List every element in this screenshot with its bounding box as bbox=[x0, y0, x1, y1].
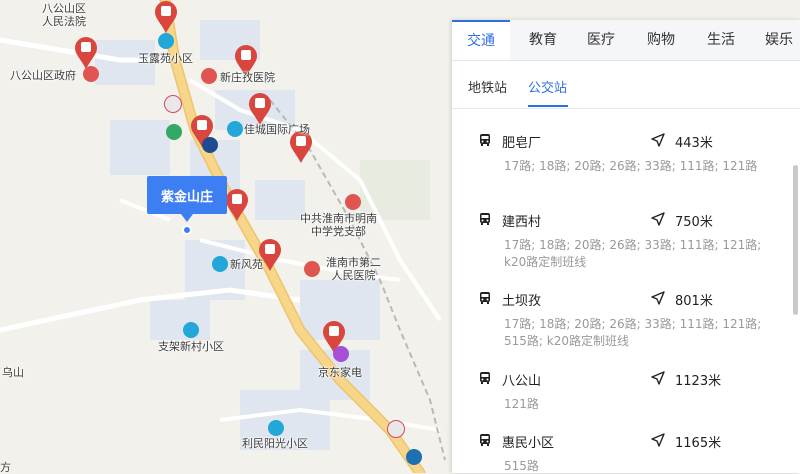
bus-station-icon bbox=[406, 449, 422, 465]
tab-transport[interactable]: 交通 bbox=[452, 20, 510, 60]
residential-icon bbox=[227, 121, 243, 137]
location-dot bbox=[182, 225, 192, 235]
selected-location-marker[interactable]: 紫金山庄 bbox=[147, 176, 227, 222]
residential-icon bbox=[212, 256, 228, 272]
stop-name: 肥皂厂 bbox=[502, 136, 542, 151]
map-label-limin: 利民阳光小区 bbox=[242, 437, 308, 450]
tab-entertainment[interactable]: 娱乐 bbox=[750, 20, 800, 60]
bus-stop-pin-icon[interactable] bbox=[225, 188, 249, 222]
landmark-icon bbox=[387, 420, 405, 438]
tab-life[interactable]: 生活 bbox=[692, 20, 750, 60]
navigate-arrow-icon bbox=[651, 133, 665, 147]
stop-routes: 121路 bbox=[504, 397, 539, 411]
bank-icon bbox=[166, 124, 182, 140]
map-label-edge: 方 bbox=[0, 461, 11, 474]
party-branch-icon bbox=[345, 194, 361, 210]
stop-distance: 1165米 bbox=[675, 436, 722, 451]
bus-icon bbox=[480, 213, 490, 225]
tab-medical[interactable]: 医疗 bbox=[572, 20, 630, 60]
stop-distance: 801米 bbox=[675, 294, 713, 309]
navigate-arrow-icon bbox=[651, 371, 665, 385]
stop-distance: 1123米 bbox=[675, 374, 722, 389]
tab-shopping[interactable]: 购物 bbox=[632, 20, 690, 60]
map-label-party-branch: 中共淮南市明南 中学党支部 bbox=[300, 212, 377, 238]
tab-education[interactable]: 教育 bbox=[514, 20, 572, 60]
map-label-xinfengyuan: 新风苑 bbox=[230, 258, 263, 271]
residential-icon bbox=[158, 33, 174, 49]
map-label-hospital: 新庄孜医院 bbox=[220, 71, 275, 84]
map-label-zhijia: 支架新村小区 bbox=[158, 340, 224, 353]
stop-name: 惠民小区 bbox=[502, 436, 555, 451]
map-label-wushan: 乌山 bbox=[2, 366, 24, 379]
residential-icon bbox=[183, 322, 199, 338]
shopping-icon bbox=[333, 346, 349, 362]
bus-stop-pin-icon[interactable] bbox=[74, 36, 98, 70]
map-label-hospital2: 淮南市第二 人民医院 bbox=[326, 256, 381, 282]
bus-icon bbox=[480, 372, 490, 384]
parking-icon bbox=[202, 137, 218, 153]
stop-routes: 17路; 18路; 20路; 26路; 33路; 111路; 121路; 515… bbox=[504, 317, 762, 348]
map-label-court: 八公山区 人民法院 bbox=[42, 2, 86, 28]
stop-routes: 17路; 18路; 20路; 26路; 33路; 111路; 121路 bbox=[504, 159, 758, 173]
government-icon bbox=[83, 66, 99, 82]
sub-tabs: 地铁站 公交站 bbox=[452, 60, 800, 109]
active-tab-underline bbox=[528, 105, 568, 107]
navigate-arrow-icon bbox=[651, 291, 665, 305]
stop-distance: 443米 bbox=[675, 136, 713, 151]
navigate-arrow-icon bbox=[651, 212, 665, 226]
stop-routes: 515路 bbox=[504, 459, 539, 473]
category-tabs: 交通 教育 医疗 购物 生活 娱乐 bbox=[452, 20, 800, 61]
hospital-icon bbox=[304, 261, 320, 277]
stop-name: 八公山 bbox=[502, 374, 542, 389]
nearby-panel: 交通 教育 医疗 购物 生活 娱乐 地铁站 公交站 肥皂厂 443米 17路; … bbox=[452, 20, 800, 473]
stop-distance: 750米 bbox=[675, 215, 713, 230]
map-label-government: 八公山区政府 bbox=[10, 69, 76, 82]
bus-icon bbox=[480, 134, 490, 146]
tab-bus-station[interactable]: 公交站 bbox=[528, 77, 567, 96]
map-label-jd: 京东家电 bbox=[318, 366, 362, 379]
tab-subway[interactable]: 地铁站 bbox=[468, 77, 507, 96]
stop-name: 建西村 bbox=[502, 215, 542, 230]
bus-icon bbox=[480, 292, 490, 304]
map-label-yuluyuan: 玉露苑小区 bbox=[138, 52, 193, 65]
navigate-arrow-icon bbox=[651, 433, 665, 447]
scrollbar[interactable] bbox=[793, 165, 798, 315]
bus-icon bbox=[480, 434, 490, 446]
landmark-icon bbox=[164, 95, 182, 113]
bus-stop-pin-icon[interactable] bbox=[154, 0, 178, 34]
hospital-icon bbox=[201, 68, 217, 84]
stop-name: 土坝孜 bbox=[502, 294, 542, 309]
residential-icon bbox=[268, 420, 284, 436]
map-label-plaza: 佳城国际广场 bbox=[244, 123, 310, 136]
stop-routes: 17路; 18路; 20路; 26路; 33路; 111路; 121路; k20… bbox=[504, 238, 762, 269]
bus-stop-pin-icon[interactable] bbox=[248, 92, 272, 126]
